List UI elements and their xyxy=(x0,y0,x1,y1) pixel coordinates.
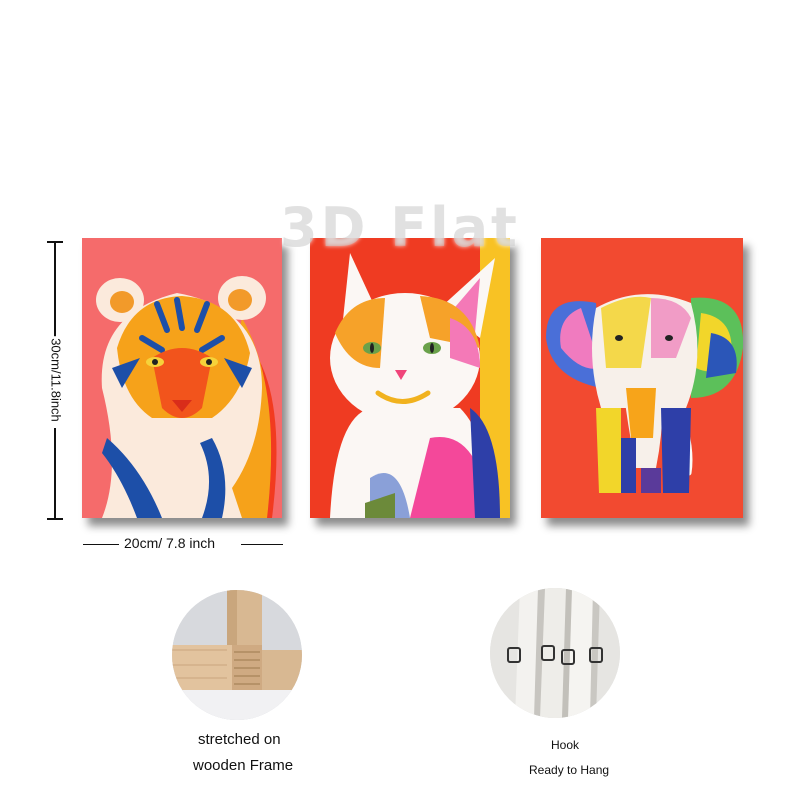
frame-caption-line1: stretched on xyxy=(198,731,281,748)
width-line-right xyxy=(241,544,283,545)
wooden-frame-photo xyxy=(172,590,302,720)
hook-photo xyxy=(490,588,620,718)
frame-caption-line2: wooden Frame xyxy=(193,757,294,774)
width-line-left xyxy=(83,544,119,545)
cat-painting xyxy=(310,238,510,518)
width-label: 20cm/ 7.8 inch xyxy=(124,535,216,551)
hook-caption-line1: Hook xyxy=(551,738,580,752)
elephant-painting xyxy=(541,238,743,518)
height-label: 30cm/11.8inch xyxy=(48,336,64,424)
height-line-bottom xyxy=(54,428,56,519)
hook-caption-line2: Ready to Hang xyxy=(529,763,610,777)
tiger-painting xyxy=(82,238,282,518)
height-line-top xyxy=(54,241,56,337)
height-tick-bottom xyxy=(47,518,63,520)
